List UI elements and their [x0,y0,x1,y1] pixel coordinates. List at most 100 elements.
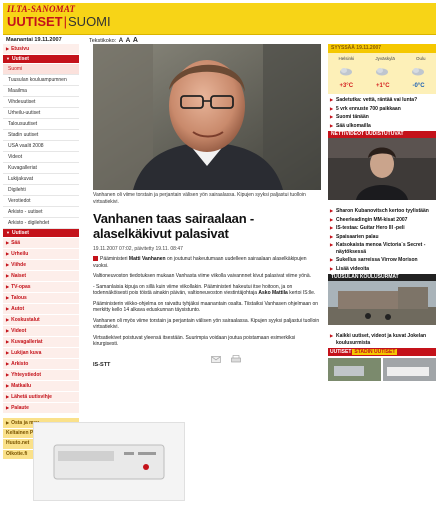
nettivideo-links: Sharon Kubanovitsch kertoo tyylistään Ch… [328,205,436,272]
weather-link-today[interactable]: Suomi tänään [330,114,434,121]
nav-section-palaute[interactable]: ▶ Palaute [3,403,79,414]
nettivideo-image[interactable] [328,138,436,205]
city-jyvaskyla[interactable]: Jyväskylä [375,56,395,61]
nav-section-yhteystiedot[interactable]: ▶ Yhteystiedot [3,370,79,381]
photo-caption: Vanhanen oli viime torstain ja perjantai… [93,192,306,205]
lead-photo[interactable] [93,44,321,190]
cloud-icon-3 [411,63,425,81]
weather-icons [328,63,436,81]
brand-name: ILTA-SANOMAT [7,4,76,14]
stadi-label-1: UUTISET [330,349,352,355]
city-helsinki[interactable]: Helsinki [339,56,355,61]
nav-item-lukijakuvat[interactable]: Lukijakuvat [3,174,79,185]
stadi-header: UUTISET STADIN UUTISET [328,348,436,356]
tuusula-box: TUUSULAN KOULUSURMAT Kaikki uutiset, vid… [328,274,436,346]
video-link-1[interactable]: Sharon Kubanovitsch kertoo tyylistään [330,208,434,215]
tuusula-links: Kaikki uutiset, videot ja kuvat Jokelan … [328,330,436,346]
nav-section-lukijan-kuva[interactable]: ▶ Lukijan kuva [3,348,79,359]
right-column: SYYSSÄÄ 19.11.2007 Helsinki Jyväskylä Ou… [328,44,436,381]
nav-item-maailma[interactable]: Maailma [3,86,79,97]
nav-section-koskustalut[interactable]: ▶ Koskustalut [3,315,79,326]
nav-section-kuvagalleriat[interactable]: ▶ Kuvagalleriat [3,337,79,348]
nav-item-urheilu[interactable]: Urheilu-uutiset [3,108,79,119]
weather-link-forecast[interactable]: 5 vrk ennuste 700 paikkaan [330,106,434,113]
weather-title: SYYSSÄÄ 19.11.2007 [328,44,436,53]
person-name-mattila: Asko Mattila [258,290,288,296]
weather-temps: +3°C +1°C -0°C [328,83,436,89]
nav-section-urheilu[interactable]: ▶ Urheilu [3,249,79,260]
nav-section-uutisvihje[interactable]: ▶ Lähetä uutisvihje [3,392,79,403]
text-size-control: Tekstikoko: A A A [89,37,138,44]
article-paragraph-4: Pääministerin viikko-ohjelma on raivattu… [93,300,319,314]
video-link-more[interactable]: Lisää videoita [330,266,434,273]
nav-item-arkisto-digilehdet[interactable]: Arkisto - digilehdet [3,218,79,229]
nav-uutiset-header-2[interactable]: ▼ Uutiset [3,229,79,238]
nettivideo-title: NETTIVIDEOT UUDISTUTUVAT [328,131,436,138]
cloud-icon [339,63,353,81]
video-link-4[interactable]: Spaisaarien palau [330,234,434,241]
article-paragraph-5: Vanhanen oli myös viime torstain ja perj… [93,317,320,331]
advertisement-box[interactable] [33,422,185,501]
tuusula-link[interactable]: Kaikki uutiset, videot ja kuvat Jokelan … [330,333,434,346]
product-image [53,444,165,480]
email-icon[interactable] [211,350,221,368]
nav-section-talous[interactable]: ▶ Talous [3,293,79,304]
video-link-6[interactable]: Sukellus sarreissa Virrow Morison [330,257,434,264]
nav-section-matkailu[interactable]: ▶ Matkailu [3,381,79,392]
nav-section-autot[interactable]: ▶ Autot [3,304,79,315]
nav-uutiset-header[interactable]: ▼ Uutiset [3,55,79,64]
weather-link-abroad[interactable]: Sää ulkomailla [330,123,434,130]
site-header: ILTA-SANOMAT UUTISET|SUOMI [3,3,436,35]
video-still [328,138,436,200]
current-date: Maanantai 19.11.2007 [6,37,62,43]
nav-item-tuusula[interactable]: Tuusulan kouluampumnen [3,75,79,86]
nav-section-viihde[interactable]: ▶ Viihde [3,260,79,271]
weather-link-radar[interactable]: Sadetutka: vettä, räntää vai lunta? [330,97,434,104]
nav-item-suomi[interactable]: Suomi [3,64,79,75]
nav-item-stadi[interactable]: Stadin uutiset [3,130,79,141]
stadi-thumbnails [328,358,436,381]
weather-widget: SYYSSÄÄ 19.11.2007 Helsinki Jyväskylä Ou… [328,44,436,94]
article-byline: IS-STT [93,361,111,368]
nav-home[interactable]: ▶ Etusivu [3,44,79,55]
site-logo[interactable]: ILTA-SANOMAT UUTISET|SUOMI [7,4,111,29]
print-icon[interactable] [231,350,242,368]
left-navigation: ▶ Etusivu ▼ Uutiset Suomi Tuusulan kouluam… [3,44,79,460]
lead-bullet-icon [93,256,98,261]
nav-item-verotiedot[interactable]: Verotiedot [3,196,79,207]
city-oulu[interactable]: Oulu [416,56,426,61]
main-article: Vanhanen oli viime torstain ja perjantai… [93,44,321,368]
nav-section-saa[interactable]: ▶ Sää [3,238,79,249]
nav-item-usa[interactable]: USA vaalit 2008 [3,141,79,152]
section-title: UUTISET|SUOMI [7,15,111,28]
video-link-3[interactable]: IS-testaa: Guitar Hero III -peli [330,225,434,232]
nav-item-kuvagalleriat[interactable]: Kuvagalleriat [3,163,79,174]
video-link-5[interactable]: Katsokaista menoa Victoria´s Secret -näy… [330,242,434,255]
nav-section-videot[interactable]: ▶ Videot [3,326,79,337]
temp-helsinki: +3°C [339,83,354,89]
nav-item-videot[interactable]: Videot [3,152,79,163]
stadi-thumb-1[interactable] [328,358,381,381]
article-paragraph-3: - Samanlaisia kipuja on sillä kuin viime… [93,283,316,297]
stadi-label-2: STADIN UUTISET [352,349,398,355]
article-lead: Pääministeri Matti Vanhanen on joutunut … [93,256,307,269]
video-link-2[interactable]: Cheerleadingin MM-kisat 2007 [330,217,434,224]
temp-oulu: -0°C [412,83,425,89]
stadi-thumb-2[interactable] [383,358,436,381]
nav-section-tv-opas[interactable]: ▶ TV-opas [3,282,79,293]
temp-jyvaskyla: +1°C [375,83,390,89]
nav-item-arkisto-uutiset[interactable]: Arkisto - uutiset [3,207,79,218]
nav-item-viihde[interactable]: Vihdeuutiset [3,97,79,108]
stadi-box: UUTISET STADIN UUTISET [328,348,436,381]
nav-section-naiset[interactable]: ▶ Naiset [3,271,79,282]
nav-section-arkisto[interactable]: ▶ Arkisto [3,359,79,370]
tuusula-image[interactable] [328,281,436,330]
nav-item-digilehti[interactable]: Digilehti [3,185,79,196]
text-size-medium[interactable]: A [126,37,131,44]
article-paragraph-6: Virtsatiekivet poistuvat yleensä itsestä… [93,334,296,348]
nav-item-talous[interactable]: Talousuutiset [3,119,79,130]
share-tools [93,350,321,363]
text-size-large[interactable]: A [133,37,138,44]
subsection-name: SUOMI [68,14,111,29]
section-separator: | [63,14,68,29]
